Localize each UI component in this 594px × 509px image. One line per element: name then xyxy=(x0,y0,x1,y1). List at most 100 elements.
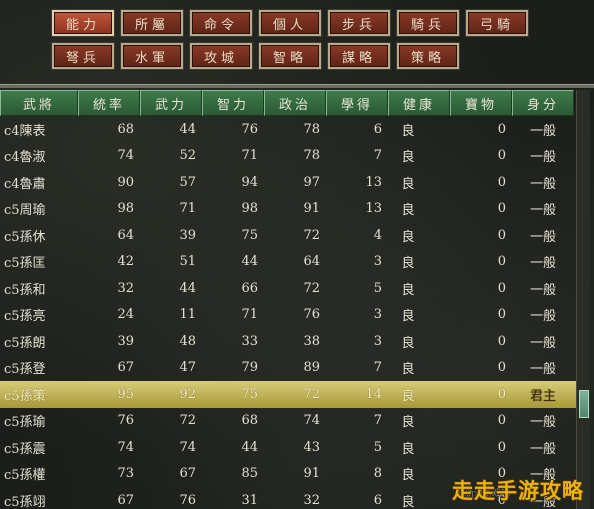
tab-2[interactable]: 命令 xyxy=(190,10,252,36)
cell-身分: 一般 xyxy=(529,256,556,272)
cell-身分: 一般 xyxy=(529,229,556,245)
column-header-0[interactable]: 武將 xyxy=(0,90,78,116)
cell-政治: 64 xyxy=(303,254,320,270)
table-row[interactable]: c5孫策 95 92 75 72 14 良 0 君主 xyxy=(0,381,576,408)
cell-統率: 67 xyxy=(117,360,134,376)
cell-智力: 75 xyxy=(241,227,258,243)
cell-政治: 78 xyxy=(303,121,320,137)
officer-name: c5孫瑜 xyxy=(4,415,46,431)
table-row[interactable]: c5孫瑜 76 72 68 74 7 良 0 一般 xyxy=(0,408,576,435)
table-row[interactable]: c5孫朗 39 48 33 38 3 良 0 一般 xyxy=(0,328,576,355)
cell-統率: 74 xyxy=(117,439,134,455)
cell-武力: 92 xyxy=(179,386,196,402)
cell-學得: 5 xyxy=(373,280,382,296)
column-header-5[interactable]: 學得 xyxy=(326,90,388,116)
cell-武力: 51 xyxy=(179,254,196,270)
cell-智力: 31 xyxy=(241,492,258,508)
cell-智力: 71 xyxy=(241,148,258,164)
cell-武力: 47 xyxy=(179,360,196,376)
table-row[interactable]: c4陳表 68 44 76 78 6 良 0 一般 xyxy=(0,116,576,143)
officer-name: c4陳表 xyxy=(4,123,46,139)
cell-智力: 71 xyxy=(241,307,258,323)
cell-政治: 74 xyxy=(303,413,320,429)
scrollbar[interactable] xyxy=(576,90,590,509)
table-row[interactable]: c5孫登 67 47 79 89 7 良 0 一般 xyxy=(0,355,576,382)
cell-健康: 良 xyxy=(401,309,415,325)
cell-學得: 6 xyxy=(373,492,382,508)
cell-身分: 一般 xyxy=(529,203,556,219)
cell-政治: 43 xyxy=(303,439,320,455)
column-header-4[interactable]: 政治 xyxy=(264,90,326,116)
table-row[interactable]: c4魯肅 90 57 94 97 13 良 0 一般 xyxy=(0,169,576,196)
cell-智力: 79 xyxy=(241,360,258,376)
table-row[interactable]: c5孫休 64 39 75 72 4 良 0 一般 xyxy=(0,222,576,249)
cell-寶物: 0 xyxy=(497,121,506,137)
cell-統率: 42 xyxy=(117,254,134,270)
cell-寶物: 0 xyxy=(497,280,506,296)
officer-name: c5孫登 xyxy=(4,362,46,378)
cell-政治: 38 xyxy=(303,333,320,349)
table-row[interactable]: c5周瑜 98 71 98 91 13 良 0 一般 xyxy=(0,196,576,223)
table-row[interactable]: c5孫震 74 74 44 43 5 良 0 一般 xyxy=(0,434,576,461)
tab-10[interactable]: 智略 xyxy=(259,43,321,69)
cell-健康: 良 xyxy=(401,176,415,192)
watermark: 走走手游攻略 xyxy=(452,479,584,503)
cell-武力: 74 xyxy=(179,439,196,455)
cell-智力: 66 xyxy=(241,280,258,296)
column-header-2[interactable]: 武力 xyxy=(140,90,202,116)
officer-name: c5孫震 xyxy=(4,441,46,457)
divider xyxy=(0,84,594,88)
cell-身分: 一般 xyxy=(529,441,556,457)
tab-0[interactable]: 能力 xyxy=(52,10,114,36)
cell-統率: 67 xyxy=(117,492,134,508)
tab-5[interactable]: 騎兵 xyxy=(397,10,459,36)
officer-table: 武將 統率 武力 智力 政治 學得 健康 寶物 身分 c4陳表 68 44 76 78 6 良 0 一般 c4魯淑… xyxy=(0,90,576,509)
cell-武力: 67 xyxy=(179,466,196,482)
cell-智力: 98 xyxy=(241,201,258,217)
tab-9[interactable]: 攻城 xyxy=(190,43,252,69)
cell-智力: 76 xyxy=(241,121,258,137)
column-header-1[interactable]: 統率 xyxy=(78,90,140,116)
cell-健康: 良 xyxy=(401,282,415,298)
cell-寶物: 0 xyxy=(497,254,506,270)
cell-學得: 7 xyxy=(373,413,382,429)
tab-3[interactable]: 個人 xyxy=(259,10,321,36)
cell-政治: 72 xyxy=(303,386,320,402)
cell-政治: 32 xyxy=(303,492,320,508)
cell-政治: 72 xyxy=(303,227,320,243)
cell-武力: 71 xyxy=(179,201,196,217)
cell-學得: 7 xyxy=(373,360,382,376)
cell-學得: 13 xyxy=(365,174,382,190)
cell-學得: 8 xyxy=(373,466,382,482)
column-header-8[interactable]: 身分 xyxy=(512,90,574,116)
cell-武力: 57 xyxy=(179,174,196,190)
cell-統率: 73 xyxy=(117,466,134,482)
column-header-3[interactable]: 智力 xyxy=(202,90,264,116)
table-row[interactable]: c5孫和 32 44 66 72 5 良 0 一般 xyxy=(0,275,576,302)
table-row[interactable]: c5孫亮 24 11 71 76 3 良 0 一般 xyxy=(0,302,576,329)
tab-1[interactable]: 所屬 xyxy=(121,10,183,36)
cell-健康: 良 xyxy=(401,229,415,245)
cell-智力: 44 xyxy=(241,254,258,270)
scrollbar-thumb[interactable] xyxy=(579,390,589,418)
tab-4[interactable]: 步兵 xyxy=(328,10,390,36)
cell-健康: 良 xyxy=(401,150,415,166)
tab-7[interactable]: 弩兵 xyxy=(52,43,114,69)
cell-智力: 94 xyxy=(241,174,258,190)
tab-8[interactable]: 水軍 xyxy=(121,43,183,69)
column-header-6[interactable]: 健康 xyxy=(388,90,450,116)
cell-寶物: 0 xyxy=(497,201,506,217)
cell-健康: 良 xyxy=(401,494,415,509)
cell-政治: 72 xyxy=(303,280,320,296)
cell-寶物: 0 xyxy=(497,333,506,349)
table-row[interactable]: c4魯淑 74 52 71 78 7 良 0 一般 xyxy=(0,143,576,170)
tab-11[interactable]: 謀略 xyxy=(328,43,390,69)
cell-武力: 52 xyxy=(179,148,196,164)
cell-智力: 75 xyxy=(241,386,258,402)
cell-學得: 13 xyxy=(365,201,382,217)
column-header-7[interactable]: 寶物 xyxy=(450,90,512,116)
tab-6[interactable]: 弓騎 xyxy=(466,10,528,36)
table-row[interactable]: c5孫匡 42 51 44 64 3 良 0 一般 xyxy=(0,249,576,276)
tab-12[interactable]: 策略 xyxy=(397,43,459,69)
cell-武力: 72 xyxy=(179,413,196,429)
